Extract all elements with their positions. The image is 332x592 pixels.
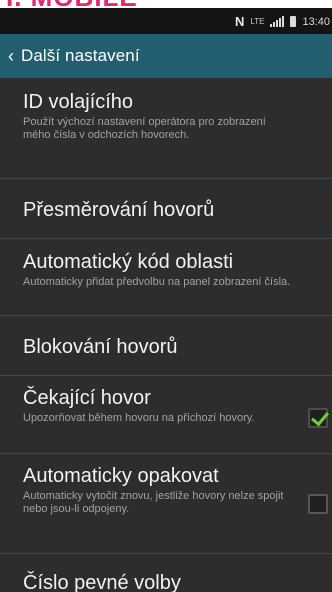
checkmark-icon [311, 407, 329, 427]
setting-title: Číslo pevné volby [23, 572, 181, 592]
setting-summary: Upozorňovat během hovoru na příchozí hov… [23, 412, 255, 424]
battery-icon [290, 16, 297, 27]
status-icons: N LTE 13:40 [235, 14, 330, 29]
setting-title: Automaticky opakovat [23, 465, 219, 487]
auto-redial-checkbox[interactable] [308, 494, 328, 514]
setting-summary: Automaticky přidat předvolbu na panel zo… [23, 276, 291, 288]
setting-call-barring[interactable]: Blokování hovorů [0, 316, 332, 376]
page-title: Další nastavení [21, 46, 140, 65]
setting-auto-area-code[interactable]: Automatický kód oblasti Automaticky přid… [0, 239, 332, 316]
lte-icon: LTE [250, 17, 265, 26]
top-banner-strip: I. MOBILE [0, 0, 332, 8]
setting-title: Přesměrování hovorů [23, 199, 215, 221]
signal-icon [270, 16, 285, 27]
setting-summary: Použít výchozí nastavení operátora pro z… [23, 116, 266, 141]
setting-caller-id[interactable]: ID volajícího Použít výchozí nastavení o… [0, 78, 332, 179]
status-time: 13:40 [302, 15, 330, 28]
setting-fixed-dialing[interactable]: Číslo pevné volby [0, 554, 332, 592]
setting-call-forwarding[interactable]: Přesměrování hovorů [0, 179, 332, 239]
back-button[interactable]: ‹ Další nastavení [0, 34, 140, 78]
chevron-left-icon[interactable]: ‹ [8, 47, 14, 65]
setting-summary: Automaticky vytočit znovu, jestliže hovo… [23, 490, 284, 515]
screen: I. MOBILE N LTE 13:40 ‹ Další nastavení … [0, 0, 332, 592]
nfc-n-icon: N [235, 14, 245, 29]
settings-list: ID volajícího Použít výchozí nastavení o… [0, 78, 332, 592]
setting-title: Automatický kód oblasti [23, 251, 234, 273]
status-bar: N LTE 13:40 [0, 8, 332, 34]
call-waiting-checkbox[interactable] [308, 407, 329, 428]
setting-call-waiting[interactable]: Čekající hovor Upozorňovat během hovoru … [0, 376, 332, 454]
action-bar: ‹ Další nastavení [0, 34, 332, 78]
setting-auto-redial[interactable]: Automaticky opakovat Automaticky vytočit… [0, 454, 332, 554]
setting-title: Blokování hovorů [23, 336, 178, 358]
setting-title: ID volajícího [23, 91, 134, 113]
setting-title: Čekající hovor [23, 387, 151, 409]
top-banner-text: I. MOBILE [6, 0, 138, 8]
